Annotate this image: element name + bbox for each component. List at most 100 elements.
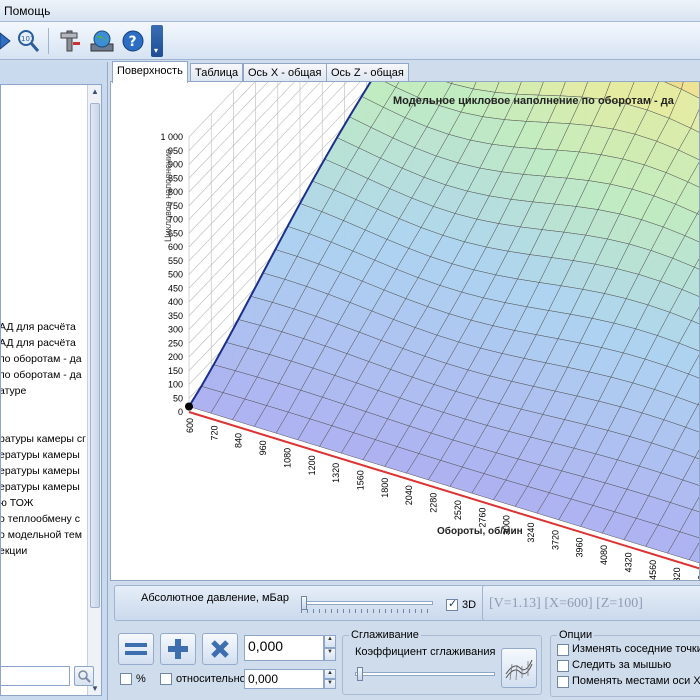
check-3d[interactable] <box>446 597 458 611</box>
x-tick-label: 3960 <box>575 537 585 557</box>
option-swap-axes-checkbox[interactable] <box>557 676 569 688</box>
x-tick-label: 2280 <box>429 493 439 513</box>
toolbar-separator <box>48 28 49 54</box>
scroll-up-arrow-icon[interactable]: ▲ <box>91 87 99 96</box>
x-tick-label: 1320 <box>331 463 341 483</box>
relative-spin-up[interactable]: ▲ <box>324 669 336 679</box>
x-tick-label: 840 <box>234 433 244 448</box>
add-button[interactable] <box>160 633 196 665</box>
svg-text:?: ? <box>129 34 137 50</box>
z-tick-label: 0 <box>178 407 183 417</box>
tab-table[interactable]: Таблица <box>190 63 244 82</box>
relative-checkbox[interactable] <box>160 673 172 685</box>
menu-help[interactable]: Помощь <box>4 4 50 18</box>
tab-bar: Поверхность Таблица Ось X - общая Ось Z … <box>110 61 700 83</box>
parameter-tree[interactable]: АД для расчёта АД для расчёта по оборотам … <box>0 84 102 696</box>
bottom-panel: Абсолютное давление, мБар 3D [V=1.13] [X… <box>110 583 700 700</box>
tree-item[interactable]: о модельной тем <box>1 529 82 541</box>
x-tick-label: 1800 <box>380 478 390 498</box>
equal-icon <box>125 643 147 655</box>
relative-spin-down[interactable]: ▼ <box>324 679 336 689</box>
x-tick-label: 1560 <box>356 470 366 490</box>
status-box: [V=1.13] [X=600] [Z=100] <box>482 585 700 621</box>
x-tick-label: 4080 <box>599 545 609 565</box>
tree-item[interactable]: ературы камеры <box>1 449 80 461</box>
plus-icon <box>168 639 188 659</box>
z-tick-label: 250 <box>168 338 183 348</box>
edit-value-spin-up[interactable]: ▲ <box>324 635 336 648</box>
z-axis-label: Цикловое наполнение <box>163 149 173 242</box>
multiply-button[interactable] <box>202 633 238 665</box>
menu-bar: Помощь <box>0 0 700 22</box>
smooth-surface-button[interactable] <box>501 648 537 688</box>
status-readout: [V=1.13] [X=600] [Z=100] <box>489 596 643 611</box>
pressure-slider-ticks <box>301 609 433 613</box>
x-tick-label: 1200 <box>307 455 317 475</box>
relative-value-input[interactable]: 0,000 <box>244 669 324 689</box>
x-tick-label: 4320 <box>672 567 682 580</box>
smoothing-slider-thumb[interactable] <box>357 667 363 681</box>
multiply-icon <box>211 640 229 658</box>
options-title: Опции <box>557 629 595 641</box>
scroll-thumb[interactable] <box>90 103 100 608</box>
svg-text:101: 101 <box>21 35 34 43</box>
z-tick-label: 600 <box>168 242 183 252</box>
smoothing-coef-label: Коэффициент сглаживания <box>355 646 496 658</box>
relative-label: относительно <box>176 673 246 685</box>
tree-item[interactable]: по оборотам - да <box>1 369 82 381</box>
tools-icon[interactable] <box>56 27 84 55</box>
tree-item[interactable]: о теплообмену с <box>1 513 80 525</box>
globe-icon[interactable] <box>88 27 116 55</box>
tree-search-input[interactable] <box>0 666 70 686</box>
tree-item[interactable]: екции <box>1 545 27 557</box>
search-icon <box>78 670 91 683</box>
tab-axis-x[interactable]: Ось X - общая <box>243 63 327 82</box>
z-tick-label: 150 <box>168 366 183 376</box>
smoothing-slider-track[interactable] <box>355 672 495 676</box>
edit-value-spin-down[interactable]: ▼ <box>324 648 336 661</box>
surface-chart[interactable]: 1 00095090085080075070065060055050045040… <box>111 0 700 587</box>
percent-checkbox[interactable] <box>120 673 132 685</box>
x-tick-label: 40 <box>697 575 699 580</box>
pressure-slider-thumb[interactable] <box>301 596 307 610</box>
z-tick-label: 1 000 <box>160 132 183 142</box>
smoothing-group: Сглаживание Коэффициент сглаживания <box>342 629 542 695</box>
z-tick-label: 500 <box>168 270 183 280</box>
tree-item[interactable]: ературы камеры <box>1 465 80 477</box>
option-swap-axes-label: Поменять местами оси X и <box>572 675 700 687</box>
z-tick-label: 100 <box>168 380 183 390</box>
toolbar: 101 ? ▾ <box>0 22 700 60</box>
x-tick-label: 960 <box>258 440 268 455</box>
search-button[interactable] <box>74 666 94 686</box>
tree-item[interactable]: ературы камеры <box>1 481 80 493</box>
percent-label: % <box>136 673 146 685</box>
option-change-neighbors-checkbox[interactable] <box>557 644 569 656</box>
tab-axis-z[interactable]: Ось Z - общая <box>326 63 409 82</box>
tree-item[interactable]: ю ТОЖ <box>1 497 33 509</box>
z-tick-label: 350 <box>168 311 183 321</box>
toolbar-overflow-button[interactable]: ▾ <box>151 25 163 57</box>
option-follow-mouse-checkbox[interactable] <box>557 660 569 672</box>
x-axis-label: Обороты, об/мин <box>437 525 523 537</box>
help-icon[interactable]: ? <box>119 27 147 55</box>
zoom-icon[interactable]: 101 <box>14 27 42 55</box>
x-tick-label: 3240 <box>526 523 536 543</box>
tree-item[interactable]: атуре <box>1 385 26 397</box>
options-group: Опции Изменять соседние точки Следить за… <box>550 629 700 697</box>
x-tick-label: 2040 <box>404 485 414 505</box>
check-3d-label: 3D <box>462 599 477 611</box>
set-equal-button[interactable] <box>118 633 154 665</box>
surface-chart-area[interactable]: 1 000 950 900 850 800 750 700 650 600 550 500 450 40… <box>110 0 700 587</box>
z-tick-label: 50 <box>173 393 183 403</box>
selected-point-marker <box>185 402 193 411</box>
tree-scrollbar[interactable]: ▲ ▼ <box>87 85 101 695</box>
tree-item[interactable]: АД для расчёта <box>1 337 76 349</box>
tree-item[interactable]: ратуры камеры сг <box>1 433 86 445</box>
edit-value-input[interactable]: 0,000 <box>244 635 324 661</box>
pressure-slider-track[interactable] <box>301 601 433 605</box>
z-tick-label: 400 <box>168 297 183 307</box>
tree-item[interactable]: АД для расчёта <box>1 321 76 333</box>
x-tick-label: 4320 <box>623 552 633 572</box>
tree-item[interactable]: по оборотам - да <box>1 353 82 365</box>
tab-surface[interactable]: Поверхность <box>112 61 188 83</box>
